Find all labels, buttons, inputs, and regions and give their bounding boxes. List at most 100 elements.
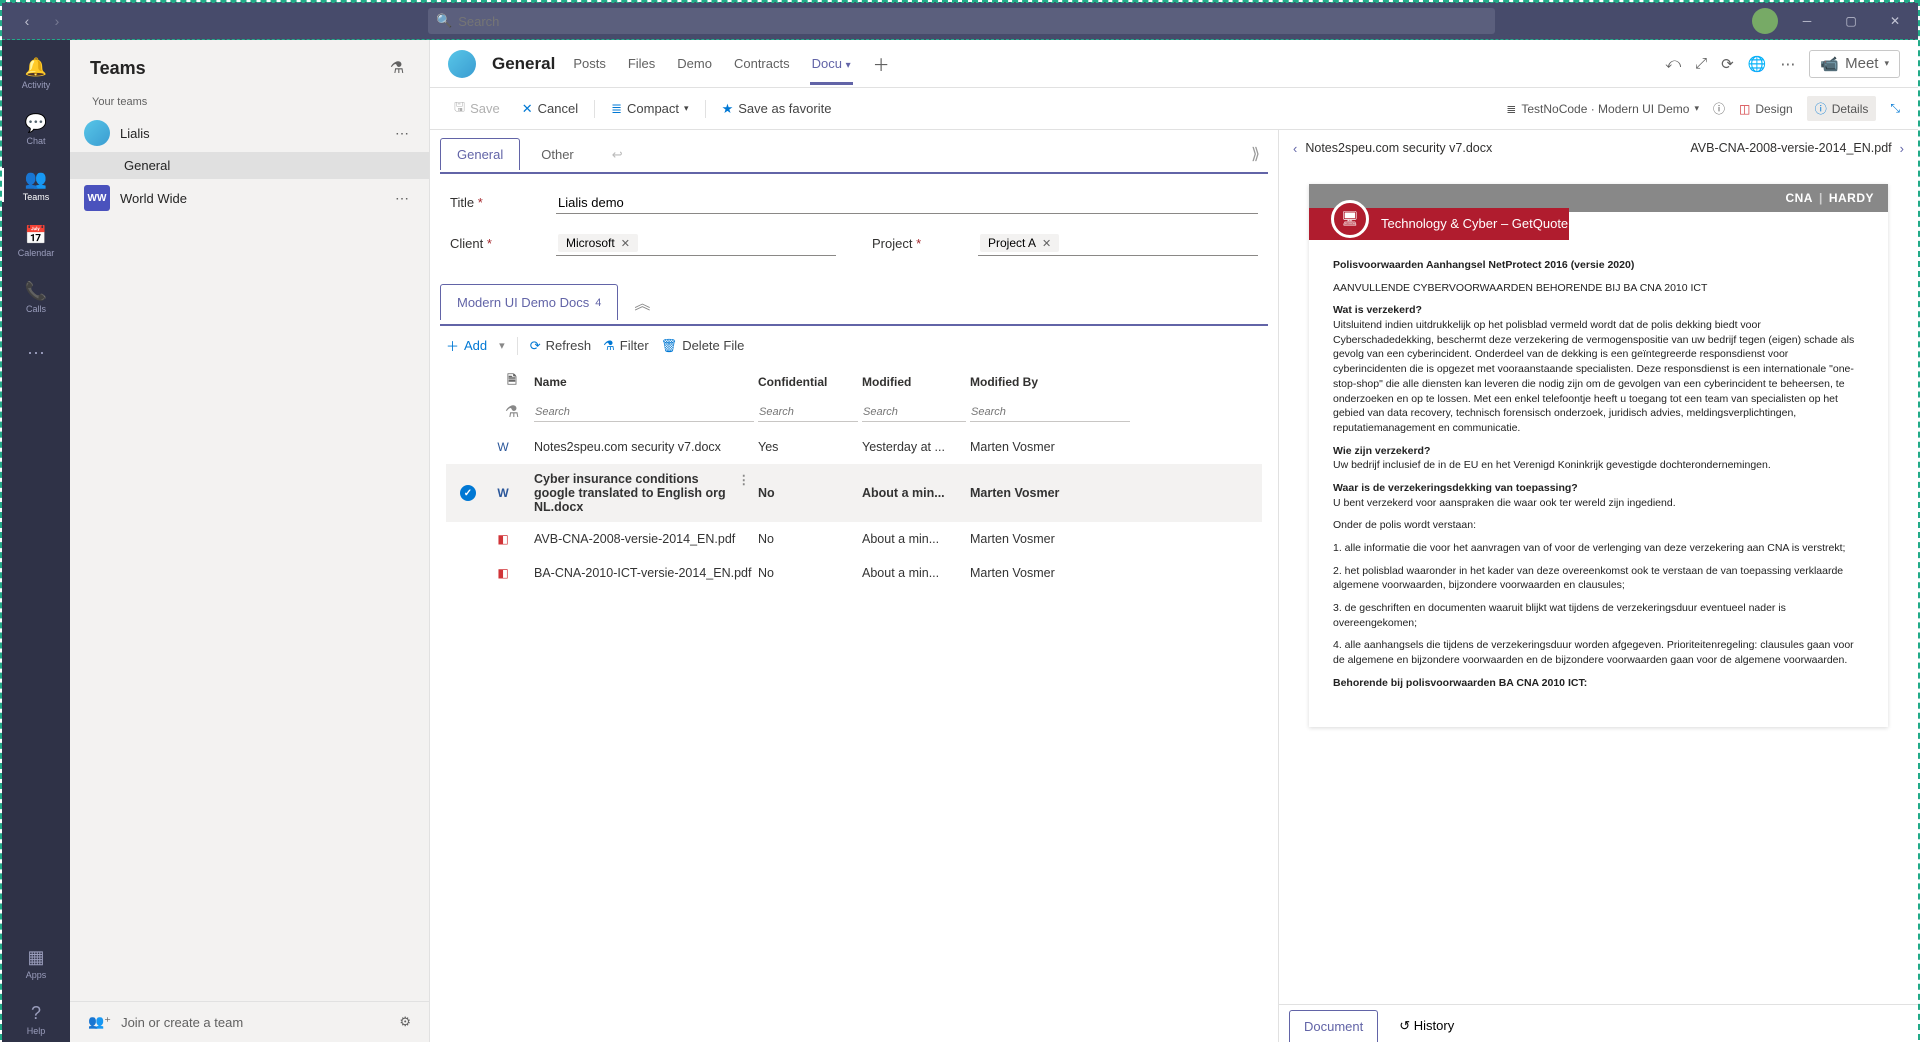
refresh-icon[interactable]: ⟳ [1721, 55, 1734, 73]
window-maximize[interactable]: ▢ [1836, 6, 1866, 36]
next-file-icon[interactable]: › [1900, 141, 1904, 156]
nav-back[interactable]: ‹ [16, 10, 38, 32]
col-modified[interactable]: Modified [862, 375, 966, 389]
tab-demo[interactable]: Demo [675, 43, 714, 84]
rail-teams[interactable]: 👥Teams [2, 162, 70, 208]
main-area: General Posts Files Demo Contracts Docu … [430, 40, 1918, 1042]
tab-posts[interactable]: Posts [571, 43, 608, 84]
user-avatar[interactable] [1752, 8, 1778, 34]
chevron-down-icon: ▾ [846, 60, 851, 71]
prev-file-icon[interactable]: ‹ [1293, 141, 1297, 156]
search-box[interactable]: 🔍 [428, 8, 1495, 34]
client-label: Client [450, 236, 483, 251]
form-tab-general[interactable]: General [440, 138, 520, 170]
col-name[interactable]: Name [534, 375, 754, 389]
rail-activity[interactable]: 🔔Activity [2, 50, 70, 96]
join-team-link[interactable]: Join or create a team [121, 1015, 243, 1030]
chevron-right-icon[interactable]: ⟫ [1243, 136, 1268, 172]
channel-name: General [492, 54, 555, 74]
check-icon[interactable]: ✓ [460, 485, 476, 501]
search-name[interactable] [534, 402, 754, 422]
rail-apps[interactable]: ▦Apps [2, 940, 70, 986]
row-more-icon[interactable]: ⋮ [734, 472, 755, 487]
tab-contracts[interactable]: Contracts [732, 43, 792, 84]
section-tab[interactable]: Modern UI Demo Docs 4 [440, 284, 618, 320]
favorite-button[interactable]: ★Save as favorite [716, 97, 838, 121]
chevron-down-icon[interactable]: ▾ [499, 339, 505, 352]
team-more-icon[interactable]: ⋯ [389, 190, 415, 207]
cancel-button[interactable]: ✕Cancel [516, 97, 584, 121]
pdf-icon: ◧ [494, 564, 512, 582]
remove-chip-icon[interactable]: ✕ [621, 237, 630, 250]
pdf-icon: ◧ [494, 530, 512, 548]
tab-docu[interactable]: Docu ▾ [810, 43, 853, 84]
search-confidential[interactable] [758, 402, 858, 422]
form-tab-other[interactable]: Other [524, 138, 591, 170]
globe-icon[interactable]: 🌐 [1748, 55, 1767, 73]
cancel-icon: ✕ [522, 101, 533, 117]
nav-forward[interactable]: › [46, 10, 68, 32]
calendar-icon: 📅 [25, 225, 47, 246]
tab-files[interactable]: Files [626, 43, 657, 84]
delete-button[interactable]: 🗑Delete File [661, 338, 745, 354]
design-icon: ◫ [1739, 102, 1750, 116]
design-button[interactable]: ◫Design [1739, 102, 1793, 116]
info-button[interactable]: ⓘ [1713, 100, 1725, 117]
client-input[interactable]: Microsoft✕ [556, 230, 836, 256]
preview-tab-history[interactable]: ↺ History [1384, 1009, 1469, 1042]
expand-icon[interactable]: ⤢ [1695, 55, 1707, 72]
save-button: 🖫Save [448, 94, 506, 124]
refresh-button[interactable]: ⟳Refresh [530, 338, 591, 354]
gear-icon[interactable]: ⚙ [399, 1014, 411, 1030]
team-worldwide[interactable]: WW World Wide ⋯ [70, 179, 429, 217]
col-confidential[interactable]: Confidential [758, 375, 858, 389]
filter-button[interactable]: ⚗Filter [603, 338, 649, 354]
channel-general[interactable]: General [70, 152, 429, 179]
project-input[interactable]: Project A✕ [978, 230, 1258, 256]
list-icon: ≣ [1506, 102, 1516, 116]
chevron-up-icon[interactable]: ︽ [624, 280, 660, 324]
rail-more[interactable]: ⋯ [2, 330, 70, 376]
breadcrumb[interactable]: ≣TestNoCode · Modern UI Demo ▾ [1506, 102, 1699, 116]
word-icon: W [494, 484, 512, 502]
meet-button[interactable]: 📹 Meet ▾ [1809, 50, 1900, 78]
expand-arrows-icon[interactable]: ⤡ [1890, 101, 1900, 116]
bell-icon: 🔔 [25, 57, 47, 78]
rail-calendar[interactable]: 📅Calendar [2, 218, 70, 264]
reply-icon[interactable]: ⤺ [1665, 55, 1681, 72]
table-row[interactable]: ◧ AVB-CNA-2008-versie-2014_EN.pdf No Abo… [446, 522, 1262, 556]
next-file-name: AVB-CNA-2008-versie-2014_EN.pdf [1690, 141, 1891, 155]
details-button[interactable]: ⓘDetails [1807, 96, 1877, 121]
more-icon[interactable]: ⋯ [1780, 55, 1795, 73]
preview-tab-document[interactable]: Document [1289, 1010, 1378, 1042]
title-label: Title [450, 195, 474, 210]
rail-help[interactable]: ?Help [2, 996, 70, 1042]
sidebar-footer: 👥⁺ Join or create a team ⚙ [70, 1001, 429, 1042]
title-input[interactable]: Lialis demo [556, 190, 1258, 214]
add-button[interactable]: ＋Add [446, 336, 487, 355]
link-icon[interactable]: ↩ [595, 138, 640, 171]
rail-chat[interactable]: 💬Chat [2, 106, 70, 152]
col-modifiedby[interactable]: Modified By [970, 375, 1130, 389]
compact-button[interactable]: ≣Compact ▾ [605, 97, 694, 121]
table-row[interactable]: W Notes2speu.com security v7.docx Yes Ye… [446, 430, 1262, 464]
remove-chip-icon[interactable]: ✕ [1042, 237, 1051, 250]
window-minimize[interactable]: ─ [1792, 6, 1822, 36]
team-lialis[interactable]: Lialis ⋯ [70, 114, 429, 152]
search-modifiedby[interactable] [970, 402, 1130, 422]
apps-icon: ▦ [27, 947, 44, 968]
search-input[interactable] [458, 14, 1487, 29]
prev-file-name: Notes2speu.com security v7.docx [1305, 141, 1690, 155]
filter-icon[interactable]: ⚗ [385, 56, 409, 80]
rail-calls[interactable]: 📞Calls [2, 274, 70, 320]
filter-icon[interactable]: ⚗ [494, 402, 530, 422]
table-row[interactable]: ✓ W Cyber insurance conditions google tr… [446, 464, 1262, 522]
add-tab-button[interactable]: ＋ [873, 51, 890, 76]
window-close[interactable]: ✕ [1880, 6, 1910, 36]
table-row[interactable]: ◧ BA-CNA-2010-ICT-versie-2014_EN.pdf No … [446, 556, 1262, 590]
search-modified[interactable] [862, 402, 966, 422]
team-more-icon[interactable]: ⋯ [389, 125, 415, 142]
join-team-icon[interactable]: 👥⁺ [88, 1014, 111, 1030]
app-rail: 🔔Activity 💬Chat 👥Teams 📅Calendar 📞Calls … [2, 40, 70, 1042]
word-icon: W [494, 438, 512, 456]
